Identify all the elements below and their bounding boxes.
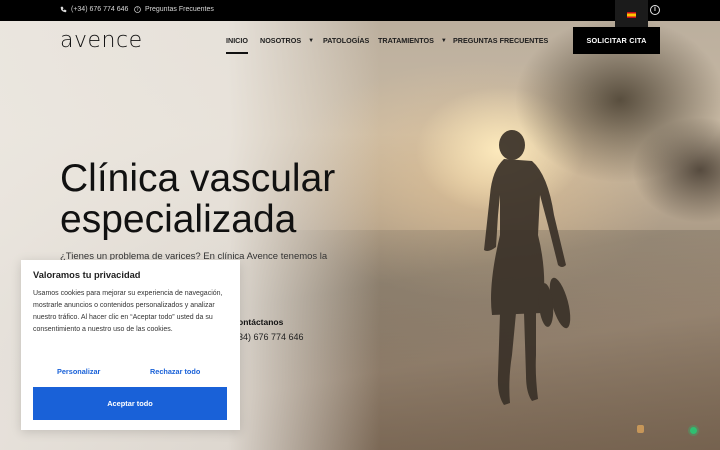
svg-text:?: ? [136, 7, 138, 12]
site-logo[interactable]: avence [60, 28, 143, 53]
nav-label: INICIO [226, 36, 248, 45]
cookie-body: Usamos cookies para mejorar su experienc… [33, 290, 223, 333]
question-circle-icon: ? [134, 6, 141, 13]
hero-title-line1: Clínica vascular [60, 157, 336, 200]
cookie-accept-button[interactable]: Aceptar todo [33, 387, 227, 420]
top-info-bar: (+34) 676 774 646 ? Preguntas Frecuentes [0, 0, 720, 21]
topbar-phone-link[interactable]: (+34) 676 774 646 [60, 6, 128, 13]
language-selector[interactable] [615, 0, 648, 30]
cookie-title: Valoramos tu privacidad [33, 270, 141, 280]
hero-title-line2: especializada [60, 198, 297, 241]
info-circle-icon[interactable]: i [650, 5, 660, 15]
cookie-customize-button[interactable]: Personalizar [57, 367, 100, 376]
nav-item-tratamientos[interactable]: TRATAMIENTOS ▼ [378, 36, 447, 45]
nav-label: PATOLOGÍAS [323, 36, 370, 45]
contact-heading: ontáctanos [238, 317, 284, 327]
topbar-faq-link[interactable]: ? Preguntas Frecuentes [134, 6, 214, 13]
hero-title: Clínica vascular especializada [60, 158, 390, 240]
nav-item-inicio[interactable]: INICIO [226, 36, 248, 54]
nav-label: NOSOTROS [260, 36, 302, 45]
nav-label: PREGUNTAS FRECUENTES [453, 36, 549, 45]
request-appointment-button[interactable]: SOLICITAR CITA [573, 27, 660, 54]
topbar-faq-text: Preguntas Frecuentes [145, 6, 214, 13]
widget-badge-icon[interactable] [637, 425, 644, 433]
cookie-reject-button[interactable]: Rechazar todo [150, 367, 200, 376]
contact-phone[interactable]: 34) 676 774 646 [238, 332, 304, 342]
caret-down-icon: ▼ [440, 37, 447, 44]
nav-item-preguntas-frecuentes[interactable]: PREGUNTAS FRECUENTES [453, 36, 548, 45]
nav-item-nosotros[interactable]: NOSOTROS ▼ [260, 36, 314, 45]
topbar-phone-text: (+34) 676 774 646 [71, 6, 129, 13]
caret-down-icon: ▼ [308, 37, 315, 44]
spain-flag-icon [627, 12, 636, 18]
nav-label: TRATAMIENTOS [378, 36, 434, 45]
online-status-icon[interactable] [690, 427, 697, 434]
hero-woman-silhouette [484, 130, 571, 405]
phone-icon [60, 6, 67, 13]
nav-item-patologias[interactable]: PATOLOGÍAS [323, 36, 369, 45]
cookie-consent-dialog: Valoramos tu privacidad Usamos cookies p… [21, 260, 240, 430]
